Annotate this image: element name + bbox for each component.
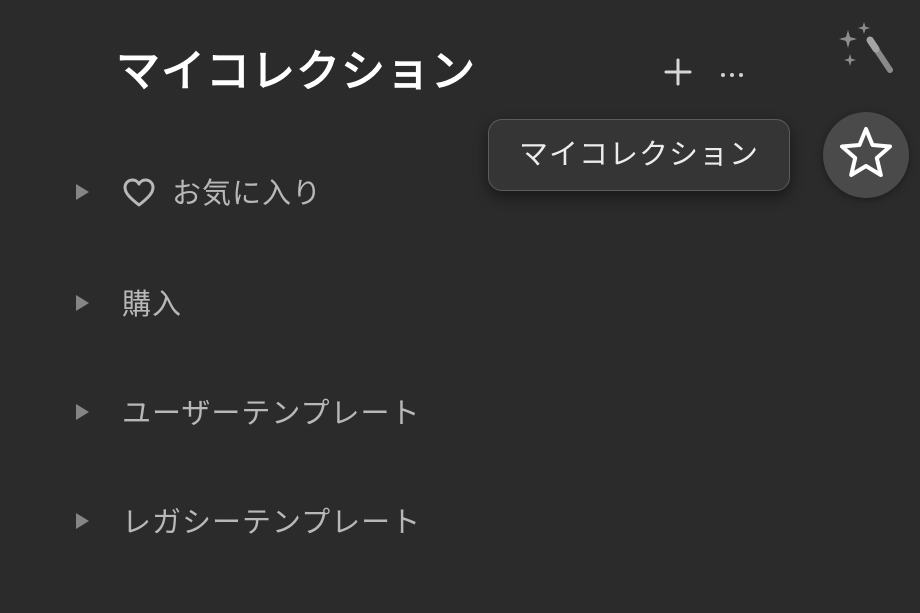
- list-item-label: レガシーテンプレート: [122, 505, 422, 539]
- magic-wand-icon: [839, 22, 893, 73]
- star-icon: [840, 127, 892, 177]
- more-options-button[interactable]: [716, 60, 750, 88]
- page-title: マイコレクション: [116, 46, 476, 97]
- tooltip: マイコレクション: [488, 119, 790, 191]
- my-collection-panel: マイコレクション マイコレクション お気に入り 購入 ユーザーテンプレート レガ…: [0, 0, 920, 613]
- list-item-label: 購入: [122, 287, 183, 321]
- add-collection-button[interactable]: [660, 52, 696, 92]
- triangle-right-icon[interactable]: [76, 404, 89, 420]
- triangle-right-icon[interactable]: [76, 295, 89, 311]
- ellipsis-icon: [721, 73, 743, 77]
- heart-icon: [123, 178, 155, 207]
- list-item-label: ユーザーテンプレート: [122, 396, 421, 430]
- list-item-label: お気に入り: [172, 176, 323, 210]
- my-collection-star-button[interactable]: [823, 112, 909, 198]
- triangle-right-icon[interactable]: [76, 513, 89, 529]
- plus-icon: [664, 58, 692, 86]
- magic-wand-button[interactable]: [834, 20, 898, 78]
- triangle-right-icon[interactable]: [76, 184, 89, 200]
